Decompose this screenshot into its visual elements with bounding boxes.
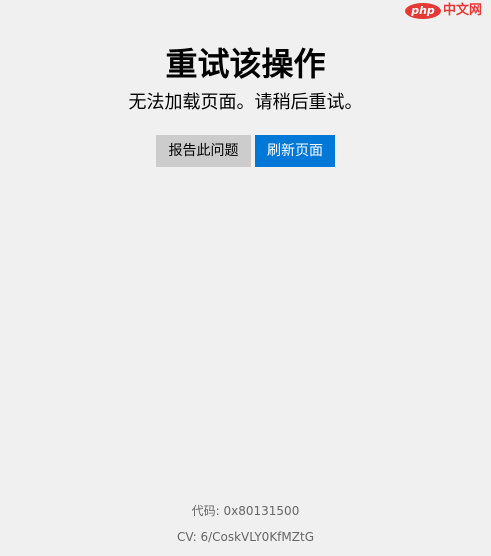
correlation-vector: CV: 6/CoskVLY0KfMZtG bbox=[176, 530, 314, 544]
report-issue-button[interactable]: 报告此问题 bbox=[156, 135, 251, 167]
refresh-page-button[interactable]: 刷新页面 bbox=[255, 135, 335, 167]
watermark-text: 中文网 bbox=[443, 3, 483, 18]
action-buttons: 报告此问题 刷新页面 bbox=[0, 135, 491, 167]
error-code: 代码: 0x80131500 bbox=[191, 504, 300, 518]
php-logo-icon: php bbox=[405, 3, 441, 19]
error-panel: 重试该操作 无法加载页面。请稍后重试。 报告此问题 刷新页面 bbox=[0, 42, 491, 167]
php-cn-watermark-logo: php 中文网 bbox=[403, 0, 491, 22]
error-title: 重试该操作 bbox=[165, 45, 326, 83]
error-message: 无法加载页面。请稍后重试。 bbox=[128, 92, 363, 113]
